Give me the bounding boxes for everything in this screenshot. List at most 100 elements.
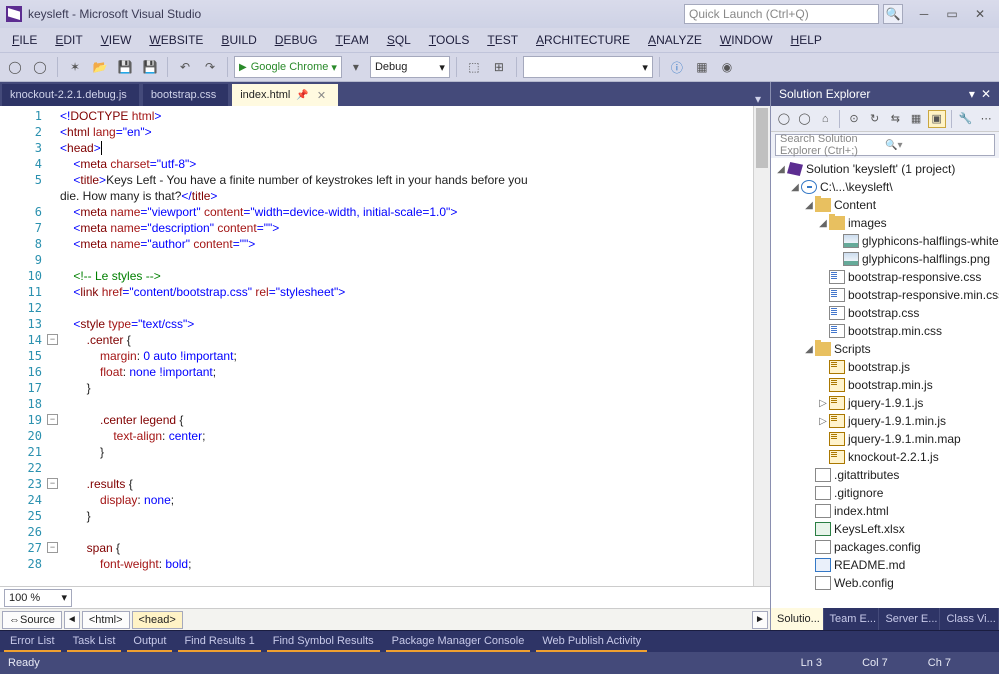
tab-knockout-2.2.1.debug.js[interactable]: knockout-2.2.1.debug.js xyxy=(2,84,139,106)
menu-view[interactable]: VIEW xyxy=(93,31,140,49)
open-file-button[interactable]: 📂 xyxy=(89,56,111,78)
solution-explorer-search[interactable]: Search Solution Explorer (Ctrl+;)🔍▾ xyxy=(775,134,995,156)
tb-icon-3[interactable]: ▦ xyxy=(691,56,713,78)
menu-build[interactable]: BUILD xyxy=(213,31,264,49)
code-editor[interactable]: 1234567891011121314−1516171819−20212223−… xyxy=(0,106,770,586)
pane-close-icon[interactable]: ✕ xyxy=(981,87,991,101)
tree-file-jquery-1.9.1.js[interactable]: ▷jquery-1.9.1.js xyxy=(771,394,999,412)
tree-file-glyphicons-halflings-white.[interactable]: glyphicons-halflings-white. xyxy=(771,232,999,250)
se-showall-icon[interactable]: ▦ xyxy=(907,110,925,128)
se-more-icon[interactable]: ⋯ xyxy=(977,110,995,128)
output-tab-output[interactable]: Output xyxy=(127,632,172,652)
se-properties-icon[interactable]: 🔧 xyxy=(957,110,975,128)
zoom-dropdown[interactable]: 100 %▾ xyxy=(4,589,72,607)
tree-file-bootstrap.min.js[interactable]: bootstrap.min.js xyxy=(771,376,999,394)
nav-forward-button[interactable]: ◯ xyxy=(29,56,51,78)
tree-file-glyphicons-halflings.png[interactable]: glyphicons-halflings.png xyxy=(771,250,999,268)
quick-launch-search-icon[interactable]: 🔍 xyxy=(883,4,903,24)
menu-file[interactable]: FILE xyxy=(4,31,45,49)
se-back-icon[interactable]: ◯ xyxy=(775,110,793,128)
rp-tab-0[interactable]: Solutio... xyxy=(771,608,824,630)
tree-folder-images[interactable]: ◢images xyxy=(771,214,999,232)
output-tab-package-manager-console[interactable]: Package Manager Console xyxy=(386,632,531,652)
rp-tab-3[interactable]: Class Vi... xyxy=(940,608,999,630)
save-button[interactable]: 💾 xyxy=(114,56,136,78)
se-scope-icon[interactable]: ⊙ xyxy=(845,110,863,128)
rp-tab-1[interactable]: Team E... xyxy=(824,608,880,630)
menu-sql[interactable]: SQL xyxy=(379,31,419,49)
menu-tools[interactable]: TOOLS xyxy=(421,31,477,49)
browser-list-button[interactable]: ▾ xyxy=(345,56,367,78)
se-preview-icon[interactable]: ▣ xyxy=(928,110,946,128)
bc-right-arrow[interactable]: ► xyxy=(752,611,768,629)
tree-file-.gitignore[interactable]: .gitignore xyxy=(771,484,999,502)
nav-back-button[interactable]: ◯ xyxy=(4,56,26,78)
tree-file-.gitattributes[interactable]: .gitattributes xyxy=(771,466,999,484)
tree-file-bootstrap.js[interactable]: bootstrap.js xyxy=(771,358,999,376)
html-breadcrumb: ⇔ Source ◄ <html> <head> ► xyxy=(0,608,770,630)
menu-team[interactable]: TEAM xyxy=(327,31,376,49)
tab-bootstrap.css[interactable]: bootstrap.css xyxy=(143,84,228,106)
quick-launch-input[interactable]: Quick Launch (Ctrl+Q) xyxy=(684,4,879,24)
tree-file-KeysLeft.xlsx[interactable]: KeysLeft.xlsx xyxy=(771,520,999,538)
output-tab-error-list[interactable]: Error List xyxy=(4,632,61,652)
output-tab-find-symbol-results[interactable]: Find Symbol Results xyxy=(267,632,380,652)
tree-project[interactable]: ◢C:\...\keysleft\ xyxy=(771,178,999,196)
menu-window[interactable]: WINDOW xyxy=(712,31,781,49)
info-icon[interactable]: ⓘ xyxy=(666,56,688,78)
tree-file-README.md[interactable]: README.md xyxy=(771,556,999,574)
se-home-icon[interactable]: ⌂ xyxy=(816,110,834,128)
start-debug-button[interactable]: Google Chrome ▾ xyxy=(234,56,342,78)
menu-help[interactable]: HELP xyxy=(783,31,830,49)
tree-file-Web.config[interactable]: Web.config xyxy=(771,574,999,592)
se-collapse-icon[interactable]: ⇆ xyxy=(887,110,905,128)
output-tab-task-list[interactable]: Task List xyxy=(67,632,122,652)
redo-button[interactable]: ↷ xyxy=(199,56,221,78)
se-refresh-icon[interactable]: ↻ xyxy=(866,110,884,128)
menu-test[interactable]: TEST xyxy=(479,31,526,49)
maximize-button[interactable]: ▭ xyxy=(939,5,965,23)
tb-icon-2[interactable]: ⊞ xyxy=(488,56,510,78)
tree-file-bootstrap.min.css[interactable]: bootstrap.min.css xyxy=(771,322,999,340)
tb-icon-1[interactable]: ⬚ xyxy=(463,56,485,78)
tree-file-bootstrap.css[interactable]: bootstrap.css xyxy=(771,304,999,322)
menu-edit[interactable]: EDIT xyxy=(47,31,90,49)
bc-head[interactable]: <head> xyxy=(132,611,183,629)
source-mode-button[interactable]: ⇔ Source xyxy=(2,611,62,629)
menu-website[interactable]: WEBSITE xyxy=(141,31,211,49)
undo-button[interactable]: ↶ xyxy=(174,56,196,78)
find-combo[interactable]: ▾ xyxy=(523,56,653,78)
se-fwd-icon[interactable]: ◯ xyxy=(796,110,814,128)
bc-html[interactable]: <html> xyxy=(82,611,130,629)
close-button[interactable]: ✕ xyxy=(967,5,993,23)
tb-icon-4[interactable]: ◉ xyxy=(716,56,738,78)
minimize-button[interactable]: ─ xyxy=(911,5,937,23)
tree-folder-scripts[interactable]: ◢Scripts xyxy=(771,340,999,358)
tree-file-index.html[interactable]: index.html xyxy=(771,502,999,520)
output-tab-find-results-1[interactable]: Find Results 1 xyxy=(178,632,260,652)
tree-file-jquery-1.9.1.min.js[interactable]: ▷jquery-1.9.1.min.js xyxy=(771,412,999,430)
save-all-button[interactable]: 💾 xyxy=(139,56,161,78)
new-project-button[interactable]: ✶ xyxy=(64,56,86,78)
tree-file-knockout-2.2.1.js[interactable]: knockout-2.2.1.js xyxy=(771,448,999,466)
output-tab-web-publish-activity[interactable]: Web Publish Activity xyxy=(536,632,647,652)
config-dropdown[interactable]: Debug▾ xyxy=(370,56,450,78)
menu-debug[interactable]: DEBUG xyxy=(267,31,326,49)
tree-file-bootstrap-responsive.min.css[interactable]: bootstrap-responsive.min.css xyxy=(771,286,999,304)
tab-index.html[interactable]: index.html📌✕ xyxy=(232,84,338,106)
pane-dropdown-icon[interactable]: ▾ xyxy=(969,87,975,101)
solution-tree[interactable]: ◢Solution 'keysleft' (1 project)◢C:\...\… xyxy=(771,158,999,608)
tabs-overflow-icon[interactable]: ▾ xyxy=(746,92,770,106)
rp-tab-2[interactable]: Server E... xyxy=(879,608,940,630)
bc-left-arrow[interactable]: ◄ xyxy=(64,611,80,629)
tree-file-packages.config[interactable]: packages.config xyxy=(771,538,999,556)
tree-solution[interactable]: ◢Solution 'keysleft' (1 project) xyxy=(771,160,999,178)
menu-architecture[interactable]: ARCHITECTURE xyxy=(528,31,638,49)
tree-folder-content[interactable]: ◢Content xyxy=(771,196,999,214)
status-ready: Ready xyxy=(8,657,40,669)
tree-file-jquery-1.9.1.min.map[interactable]: jquery-1.9.1.min.map xyxy=(771,430,999,448)
tree-file-bootstrap-responsive.css[interactable]: bootstrap-responsive.css xyxy=(771,268,999,286)
code-content[interactable]: <!DOCTYPE html><html lang="en"><head> <m… xyxy=(60,106,753,586)
editor-scrollbar[interactable] xyxy=(753,106,770,586)
menu-analyze[interactable]: ANALYZE xyxy=(640,31,710,49)
